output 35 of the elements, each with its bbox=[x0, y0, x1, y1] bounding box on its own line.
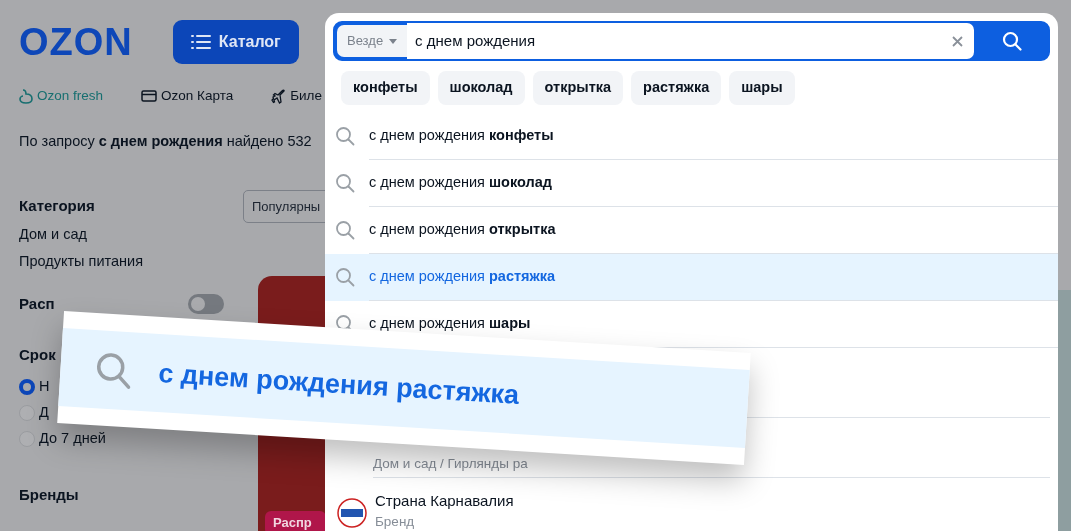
toggle-switch[interactable] bbox=[188, 294, 224, 315]
search-icon bbox=[335, 173, 355, 194]
suggestion-chip[interactable]: шоколад bbox=[437, 71, 525, 105]
suggestion-item[interactable]: с днем рождения конфеты bbox=[325, 112, 1058, 160]
search-icon bbox=[335, 267, 355, 288]
radio-button[interactable] bbox=[19, 379, 35, 395]
suggestion-text: с днем рождения растяжка bbox=[157, 356, 521, 412]
suggestion-chip[interactable]: растяжка bbox=[631, 71, 722, 105]
radio-label: Д bbox=[39, 403, 49, 423]
suggestion-chip[interactable]: шары bbox=[729, 71, 795, 105]
nav-link[interactable]: Ozon Карта bbox=[141, 86, 234, 107]
suggestion-item[interactable]: с днем рождения растяжка bbox=[325, 253, 1058, 301]
filter-title: Категория bbox=[19, 196, 95, 216]
filter-label: Расп bbox=[19, 294, 55, 314]
card-icon bbox=[141, 90, 158, 103]
suggestion-chip[interactable]: конфеты bbox=[341, 71, 430, 105]
radio-label: Н bbox=[39, 377, 50, 397]
search-result-summary: По запросу с днем рождения найдено 532 bbox=[19, 132, 312, 152]
filter-title: Бренды bbox=[19, 485, 79, 505]
radio-label: До 7 дней bbox=[39, 429, 106, 449]
menu-icon bbox=[190, 34, 211, 50]
suggestion-chip[interactable]: открытка bbox=[532, 71, 624, 105]
category-path: Дом и сад / Гирлянды ра bbox=[373, 455, 528, 471]
brand-label: Бренд bbox=[375, 513, 416, 531]
search-icon bbox=[335, 126, 355, 147]
filter-title: Срок bbox=[19, 344, 56, 365]
nav-link[interactable]: Биле bbox=[271, 86, 322, 107]
search-icon bbox=[335, 220, 355, 241]
catalog-button[interactable]: Каталог bbox=[172, 20, 299, 64]
plane-icon bbox=[271, 88, 287, 104]
product-badge: Распр bbox=[265, 511, 326, 531]
brand-logo-icon bbox=[337, 497, 367, 528]
category-link[interactable]: Продукты питания bbox=[19, 251, 229, 273]
category-link[interactable]: Дом и сад bbox=[19, 223, 229, 246]
brand-name: Страна Карнавалия bbox=[375, 490, 514, 511]
